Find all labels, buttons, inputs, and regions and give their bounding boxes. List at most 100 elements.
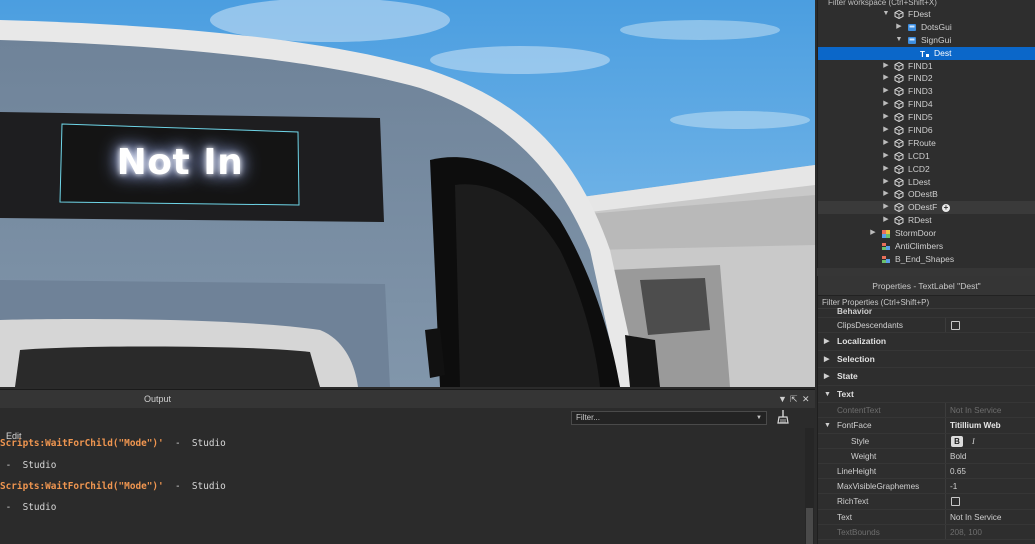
tree-item-label: Dest	[934, 47, 952, 58]
section-label: Selection	[837, 353, 875, 364]
prop-row-line-height[interactable]: LineHeight 0.65	[818, 463, 1035, 480]
chevron-right-icon[interactable]: ▶	[882, 188, 890, 201]
tree-item-find4[interactable]: ▶ FIND4	[818, 98, 1035, 111]
tree-item-odestb[interactable]: ▶ ODestB	[818, 188, 1035, 201]
tree-item-label: RDest	[908, 215, 932, 226]
chevron-right-icon[interactable]: ▶	[882, 214, 890, 227]
output-title-bar: Output ▼ ⇱ ✕	[0, 390, 815, 408]
prop-row-style[interactable]: Style B I	[818, 433, 1035, 449]
tree-item-odestf[interactable]: ▶ ODestF +	[818, 201, 1035, 215]
section-state[interactable]: ▶ State	[818, 368, 1035, 386]
prop-row-weight[interactable]: Weight Bold	[818, 448, 1035, 464]
chevron-right-icon[interactable]: ▶	[882, 98, 890, 111]
model-icon	[894, 125, 904, 136]
chevron-right-icon: ▶	[824, 355, 830, 363]
italic-style-button[interactable]: I	[972, 434, 975, 449]
explorer-horizontal-scrollbar[interactable]	[817, 268, 1035, 276]
prop-row-font-face[interactable]: ▼ FontFace Titillium Web	[818, 418, 1035, 434]
log-line: Scripts:WaitForChild("Mode")' - Studio	[0, 481, 226, 492]
tree-item-ldest[interactable]: ▶ LDest	[818, 176, 1035, 189]
tree-item-label: LCD2	[908, 163, 930, 174]
tree-item-dotsgui[interactable]: ▶ DotsGui	[818, 21, 1035, 34]
model-icon	[894, 113, 904, 123]
properties-panel: Properties - TextLabel "Dest" Filter Pro…	[817, 276, 1035, 544]
chevron-right-icon[interactable]: ▶	[869, 227, 877, 240]
chevron-right-icon[interactable]: ▶	[882, 72, 890, 85]
tree-item-froute[interactable]: ▶ FRoute	[818, 137, 1035, 150]
chevron-right-icon[interactable]: ▶	[882, 137, 890, 150]
prop-value[interactable]: Bold	[950, 449, 966, 464]
prop-row-max-visible-graphemes[interactable]: MaxVisibleGraphemes -1	[818, 479, 1035, 495]
prop-value[interactable]: Not In Service	[950, 510, 1001, 525]
chevron-right-icon[interactable]: ▶	[882, 85, 890, 98]
prop-row-rich-text[interactable]: RichText	[818, 494, 1035, 510]
tree-item-fdest[interactable]: ▼ FDest	[818, 8, 1035, 21]
model-icon	[894, 61, 904, 71]
chevron-right-icon: ▶	[824, 338, 830, 346]
explorer-tree: ▼ FDest ▶ DotsGui ▼ SignGui T Dest ▶ FIND1 ▶ FIND2 ▶…	[818, 8, 1035, 266]
tree-item-label: FIND6	[908, 125, 933, 136]
scrollbar-thumb[interactable]	[806, 508, 813, 544]
float-window-icon[interactable]: ⇱	[790, 390, 798, 408]
prop-row-behavior[interactable]: Behavior	[818, 307, 1035, 318]
tree-item-anticlimbers[interactable]: AntiClimbers	[818, 240, 1035, 253]
bold-style-button[interactable]: B	[951, 435, 963, 447]
tree-item-find5[interactable]: ▶ FIND5	[818, 111, 1035, 124]
tree-item-label: ODestF	[908, 202, 938, 213]
chevron-right-icon[interactable]: ▶	[882, 176, 890, 189]
chevron-down-icon: ▼	[824, 422, 831, 430]
prop-name: Weight	[851, 451, 877, 461]
section-localization[interactable]: ▶ Localization	[818, 333, 1035, 351]
tree-item-find3[interactable]: ▶ FIND3	[818, 85, 1035, 98]
tree-item-lcd1[interactable]: ▶ LCD1	[818, 150, 1035, 163]
prop-row-text[interactable]: Text Not In Service	[818, 509, 1035, 525]
chevron-right-icon[interactable]: ▶	[882, 163, 890, 176]
prop-value[interactable]: -1	[950, 479, 957, 494]
rich-text-checkbox[interactable]	[951, 497, 960, 507]
chevron-right-icon[interactable]: ▶	[882, 150, 890, 163]
tree-item-label: B_End_Shapes	[895, 253, 955, 264]
tree-item-lcd2[interactable]: ▶ LCD2	[818, 163, 1035, 176]
tree-item-signgui[interactable]: ▼ SignGui	[818, 34, 1035, 47]
clear-output-broom-icon[interactable]	[776, 410, 790, 425]
model-icon	[894, 74, 904, 84]
prop-value[interactable]: Titillium Web	[950, 418, 1001, 433]
tree-item-find2[interactable]: ▶ FIND2	[818, 72, 1035, 85]
chevron-down-icon[interactable]: ▼	[882, 8, 890, 21]
output-panel: Output ▼ ⇱ ✕ Filter... ▼ Edit Scripts:Wa…	[0, 389, 815, 544]
tree-item-find6[interactable]: ▶ FIND6	[818, 124, 1035, 137]
prop-name: FontFace	[837, 421, 872, 431]
section-selection[interactable]: ▶ Selection	[818, 350, 1035, 369]
tree-item-rdest[interactable]: ▶ RDest	[818, 214, 1035, 227]
model-icon	[894, 151, 904, 161]
chevron-down-icon[interactable]: ▼	[895, 34, 903, 47]
model-icon	[894, 164, 904, 174]
insert-object-plus-icon[interactable]: +	[942, 204, 950, 213]
clips-descendants-checkbox[interactable]	[951, 321, 960, 330]
chevron-right-icon[interactable]: ▶	[882, 124, 890, 137]
prop-row-clips-descendants[interactable]: ClipsDescendants	[818, 318, 1035, 334]
explorer-filter-input[interactable]: Filter workspace (Ctrl+Shift+X)	[818, 0, 1035, 8]
chevron-right-icon[interactable]: ▶	[882, 201, 890, 214]
dropdown-icon[interactable]: ▼	[778, 390, 787, 408]
prop-row-content-text[interactable]: ContentText Not In Service	[818, 403, 1035, 419]
chevron-right-icon[interactable]: ▶	[895, 21, 903, 34]
viewport-3d[interactable]: Not In	[0, 0, 815, 387]
tree-item-dest[interactable]: T Dest	[818, 46, 1035, 60]
chevron-right-icon[interactable]: ▶	[882, 60, 890, 73]
prop-row-text-bounds[interactable]: TextBounds 208, 100	[818, 524, 1035, 540]
tree-item-label: LCD1	[908, 150, 930, 161]
section-text[interactable]: ▼ Text	[818, 385, 1035, 404]
tree-item-label: FIND2	[908, 73, 933, 84]
close-icon[interactable]: ✕	[802, 390, 810, 408]
tree-item-stormdoor[interactable]: ▶ StormDoor	[818, 227, 1035, 240]
log-line: - Studio	[0, 460, 57, 471]
tree-item-b-end-shapes[interactable]: B_End_Shapes	[818, 253, 1035, 266]
chevron-right-icon[interactable]: ▶	[882, 111, 890, 124]
chevron-right-icon: ▶	[824, 373, 830, 381]
output-filter-select[interactable]: Filter... ▼	[571, 411, 767, 425]
tree-item-find1[interactable]: ▶ FIND1	[818, 60, 1035, 73]
model-icon	[894, 100, 904, 110]
output-vertical-scrollbar[interactable]	[805, 428, 814, 544]
prop-value[interactable]: 0.65	[950, 464, 966, 479]
